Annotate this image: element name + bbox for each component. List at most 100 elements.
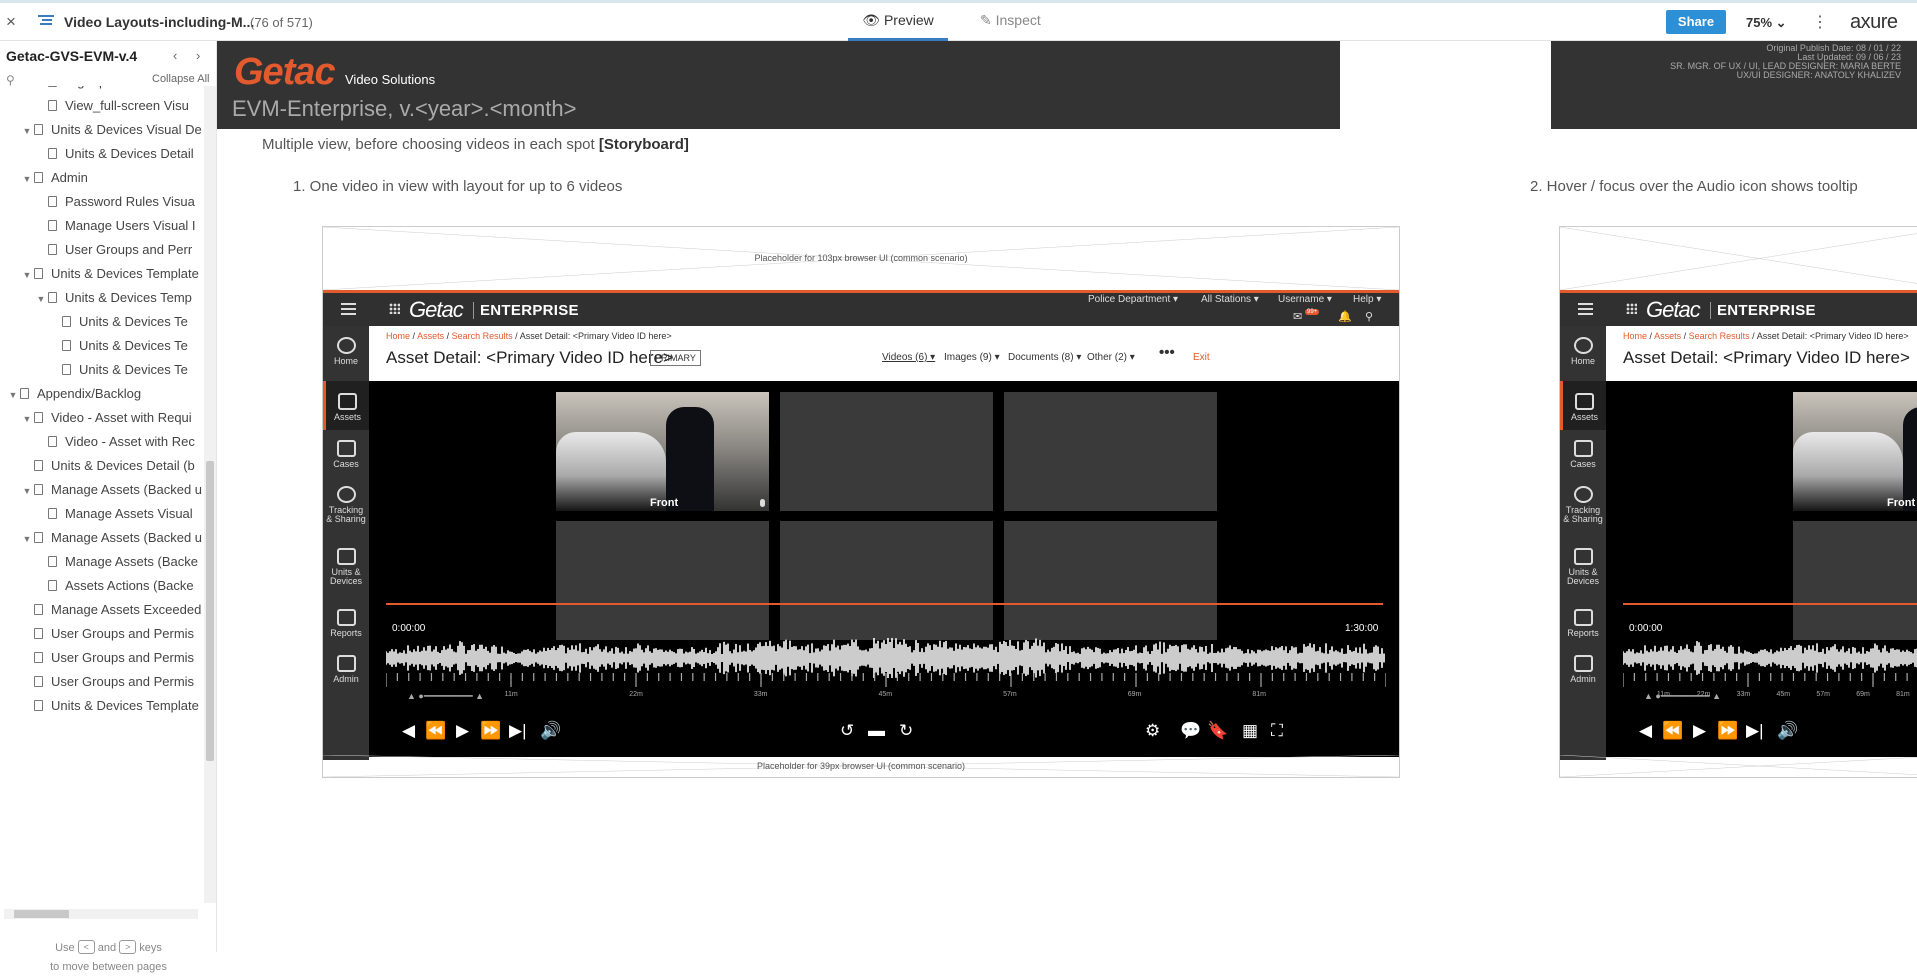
timeline-bar[interactable] [386,603,1383,605]
tree-item[interactable]: Units & Devices Te [0,338,203,360]
breadcrumb-search-results[interactable]: Search Results [452,331,513,341]
video-slot-empty[interactable] [1793,521,1917,640]
exit-link[interactable]: Exit [1193,352,1210,363]
tree-item[interactable]: Units & Devices Detail [0,146,203,168]
tree-item[interactable]: Units & Devices Detail (b [0,458,203,480]
tree-item[interactable]: Manage Users Visual I [0,218,203,240]
documents-filter[interactable]: Documents (8) ▾ [1008,352,1081,363]
bell-icon[interactable]: 🔔 [1338,310,1352,323]
rail-units-devices[interactable]: Units & Devices [1560,548,1606,586]
rewind-button[interactable]: ⏪ [1662,721,1683,741]
fullscreen-icon[interactable]: ⛶ [1271,721,1283,741]
video-slot-empty[interactable] [1004,392,1217,511]
expand-toggle-icon[interactable]: ▼ [20,486,34,496]
rail-admin[interactable]: Admin [1560,655,1606,684]
video-slot-empty[interactable] [780,521,993,640]
close-icon[interactable]: × [6,12,16,32]
apps-grid-icon[interactable] [389,303,400,314]
tree-horizontal-scrollbar[interactable] [4,909,198,919]
audio-waveform[interactable] [386,638,1386,678]
breadcrumb-search-results[interactable]: Search Results [1689,331,1750,341]
expand-toggle-icon[interactable]: ▼ [20,270,34,280]
tree-item[interactable]: ▼ Admin [0,170,203,192]
zoom-select[interactable]: 75% ⌄ [1746,15,1787,31]
document-title[interactable]: Video Layouts-including-M... [64,14,254,30]
settings-icon[interactable]: ⚙ [1145,721,1160,741]
layout-icon[interactable]: ▦ [1242,721,1258,741]
share-button[interactable]: Share [1666,10,1726,34]
expand-toggle-icon[interactable]: ▼ [20,174,34,184]
stations-menu[interactable]: All Stations ▾ [1201,294,1259,305]
tree-item[interactable]: Assets Actions (Backe [0,578,203,600]
images-filter[interactable]: Images (9) ▾ [944,352,1000,363]
next-frame-button[interactable]: ▶| [1746,721,1764,741]
breadcrumb-home[interactable]: Home [386,331,410,341]
video-slot-empty[interactable] [780,392,993,511]
breadcrumb-assets[interactable]: Assets [1654,331,1681,341]
tree-item[interactable]: ▼ Units & Devices Visual De [0,122,203,144]
video-tile-front[interactable]: Front [1793,392,1917,511]
tree-item[interactable]: User Groups and Perr [0,242,203,264]
expand-toggle-icon[interactable]: ▼ [20,414,34,424]
tree-item[interactable]: ▼ Appendix/Backlog [0,386,203,408]
expand-toggle-icon[interactable]: ▼ [34,294,48,304]
videos-filter[interactable]: Videos (6) ▾ [882,352,935,363]
redo-icon[interactable]: ↻ [899,721,913,741]
bookmark-icon[interactable]: 🔖 [1207,721,1228,741]
speed-bar-icon[interactable]: ▬ [868,721,885,741]
undo-icon[interactable]: ↺ [840,721,854,741]
rail-units-devices[interactable]: Units & Devices [323,548,369,586]
tree-vertical-scrollbar[interactable] [204,86,216,903]
tab-inspect[interactable]: ✎ Inspect [980,12,1041,29]
volume-icon[interactable]: 🔊 [1777,721,1798,741]
tree-item[interactable]: User Groups and Permis [0,650,203,672]
breadcrumb-assets[interactable]: Assets [417,331,444,341]
next-page-icon[interactable]: › [196,48,200,63]
expand-toggle-icon[interactable]: ▼ [6,390,20,400]
tree-item[interactable]: Manage Assets Visual [0,506,203,528]
tree-item[interactable]: Units & Devices Te [0,362,203,384]
next-frame-button[interactable]: ▶| [509,721,527,741]
tree-item[interactable]: User Groups and Permis [0,674,203,696]
tree-item[interactable]: ▼ Units & Devices Temp [0,290,203,312]
fast-forward-button[interactable]: ⏩ [1717,721,1738,741]
rail-tracking-sharing[interactable]: Tracking & Sharing [1560,486,1606,524]
rail-assets[interactable]: Assets [323,381,369,430]
rail-cases[interactable]: Cases [1560,440,1606,469]
collapse-all-button[interactable]: Collapse All [152,73,209,85]
help-menu[interactable]: Help ▾ [1353,294,1381,305]
play-button[interactable]: ▶ [456,721,469,741]
volume-icon[interactable]: 🔊 [540,721,561,741]
rail-reports[interactable]: Reports [323,609,369,638]
expand-toggle-icon[interactable]: ▼ [20,126,34,136]
rail-home[interactable]: Home [1560,337,1606,366]
tree-item[interactable]: Units & Devices Te [0,314,203,336]
tree-item[interactable]: Manage Assets Exceeded [0,602,203,624]
rail-cases[interactable]: Cases [323,440,369,469]
pages-menu-icon[interactable] [38,13,54,29]
more-actions-icon[interactable]: ••• [1159,344,1175,361]
tree-item[interactable]: Right panel notes and [0,86,203,96]
rail-home[interactable]: Home [323,337,369,366]
other-filter[interactable]: Other (2) ▾ [1087,352,1135,363]
tree-item[interactable]: ▼ Video - Asset with Requi [0,410,203,432]
add-note-icon[interactable]: 💬 [1180,721,1201,741]
tree-item[interactable]: View_full-screen Visu [0,98,203,120]
expand-toggle-icon[interactable]: ▼ [20,534,34,544]
tree-item[interactable]: ▼ Manage Assets (Backed u [0,482,203,504]
search-icon[interactable]: ⚲ [6,73,15,87]
rail-reports[interactable]: Reports [1560,609,1606,638]
department-menu[interactable]: Police Department ▾ [1088,294,1178,305]
inbox-icon[interactable]: ✉ [1293,310,1302,323]
prev-frame-button[interactable]: ◀ [1639,721,1652,741]
fast-forward-button[interactable]: ⏩ [480,721,501,741]
video-tile-front[interactable]: Front [556,392,769,511]
rail-assets[interactable]: Assets [1560,381,1606,430]
tree-item[interactable]: Units & Devices Template [0,698,203,720]
rail-tracking-sharing[interactable]: Tracking & Sharing [323,486,369,524]
search-icon[interactable]: ⚲ [1365,310,1373,323]
tree-item[interactable]: Video - Asset with Rec [0,434,203,456]
audio-waveform[interactable] [1623,638,1917,678]
prev-frame-button[interactable]: ◀ [402,721,415,741]
timeline-bar[interactable] [1623,603,1917,605]
